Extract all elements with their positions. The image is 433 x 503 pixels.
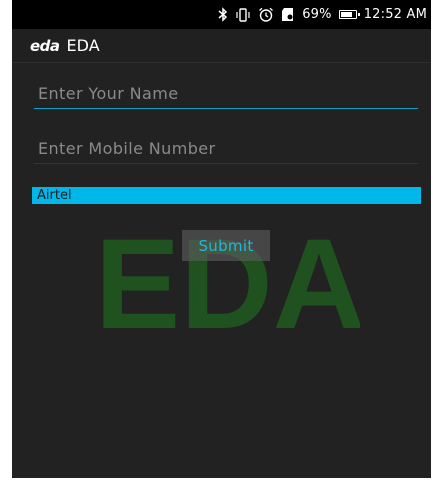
bluetooth-icon [218,7,228,23]
submit-button[interactable]: Submit [182,230,270,261]
sd-card-icon [281,7,295,23]
vibrate-icon [235,7,251,23]
action-bar: eda EDA [12,29,431,63]
battery-percent: 69% [302,7,332,22]
app-logo: eda [30,36,60,55]
app-title: EDA [66,36,100,55]
operator-selected-value: Airtel [37,188,72,203]
clock: 12:52 AM [363,7,427,22]
name-input[interactable] [34,79,418,109]
battery-icon [338,7,360,23]
operator-spinner[interactable]: Airtel [32,187,421,204]
alarm-icon [258,7,274,23]
app-screen: 69% 12:52 AM eda EDA EDA Airtel Submit [12,0,431,478]
status-bar: 69% 12:52 AM [12,0,431,29]
mobile-number-input[interactable] [34,134,418,164]
